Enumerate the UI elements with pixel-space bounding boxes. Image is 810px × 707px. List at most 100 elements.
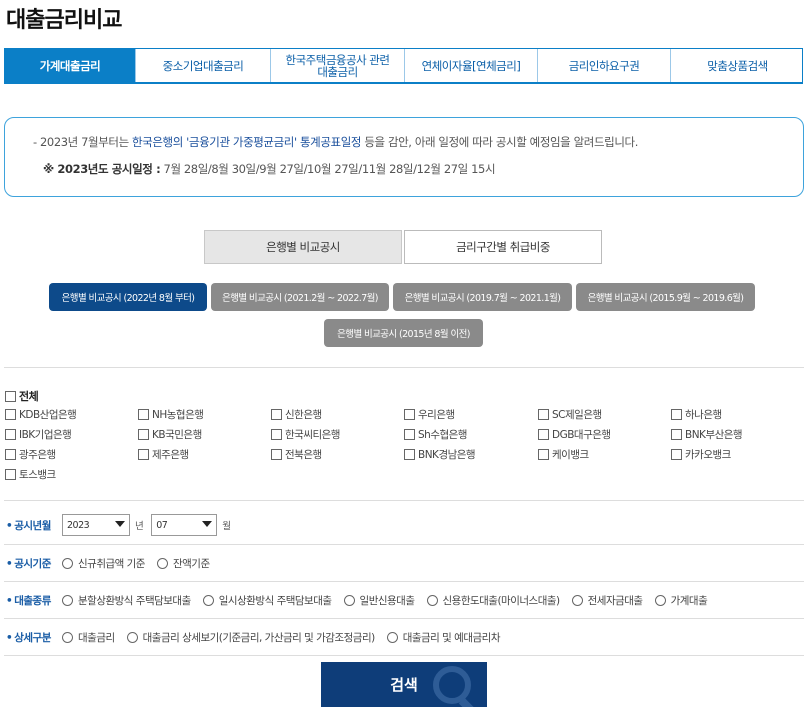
page-title: 대출금리비교 bbox=[6, 8, 122, 33]
radio-icon[interactable] bbox=[62, 631, 73, 643]
radio-label: 전세자금대출 bbox=[587, 594, 643, 607]
checkbox-icon[interactable] bbox=[271, 449, 282, 460]
bank-checkbox[interactable]: 토스뱅크 bbox=[5, 467, 56, 482]
period-button-2022-08[interactable]: 은행별 비교공시 (2022년 8월 부터) bbox=[49, 283, 207, 311]
tab-rate-cut-request[interactable]: 금리인하요구권 bbox=[538, 49, 671, 82]
period-button-2019-07[interactable]: 은행별 비교공시 (2019.7월 ~ 2021.1월) bbox=[393, 283, 572, 311]
bank-checkbox[interactable]: KDB산업은행 bbox=[5, 407, 77, 422]
bank-checkbox[interactable]: NH농협은행 bbox=[138, 407, 204, 422]
bank-checkbox[interactable]: 광주은행 bbox=[5, 447, 56, 462]
filter-date-label: 공시년월 bbox=[4, 518, 62, 533]
checkbox-icon[interactable] bbox=[671, 449, 682, 460]
bank-checkbox[interactable]: IBK기업은행 bbox=[5, 427, 72, 442]
checkbox-icon[interactable] bbox=[538, 449, 549, 460]
checkbox-icon[interactable] bbox=[404, 449, 415, 460]
radio-label: 일시상환방식 주택담보대출 bbox=[218, 594, 332, 607]
month-select[interactable]: 07 bbox=[151, 514, 218, 536]
period-button-2015-08-before[interactable]: 은행별 비교공시 (2015년 8월 이전) bbox=[324, 319, 483, 347]
radio-icon[interactable] bbox=[62, 594, 73, 606]
checkbox-icon[interactable] bbox=[671, 429, 682, 440]
filter-date-row: 공시년월 2023 년 07 월 bbox=[4, 513, 804, 537]
radio-icon[interactable] bbox=[126, 631, 138, 643]
checkbox-icon[interactable] bbox=[138, 409, 149, 420]
tab-sme-loan[interactable]: 중소기업대출금리 bbox=[136, 49, 271, 82]
radio-label: 일반신용대출 bbox=[359, 594, 415, 607]
radio-installment-mortgage[interactable]: 분할상환방식 주택담보대출 bbox=[62, 593, 191, 608]
checkbox-icon[interactable] bbox=[671, 409, 682, 420]
radio-icon[interactable] bbox=[426, 594, 438, 606]
checkbox-icon[interactable] bbox=[538, 429, 549, 440]
radio-household-loan[interactable]: 가계대출 bbox=[654, 593, 708, 608]
bank-compare-toggle[interactable]: 은행별 비교공시 bbox=[204, 230, 402, 264]
bank-label: BNK부산은행 bbox=[685, 429, 743, 441]
filter-detail-row: 상세구분 대출금리 대출금리 상세보기(기준금리, 가산금리 및 가감조정금리)… bbox=[4, 625, 804, 649]
checkbox-icon[interactable] bbox=[271, 429, 282, 440]
radio-general-credit[interactable]: 일반신용대출 bbox=[343, 593, 415, 608]
chevron-down-icon bbox=[202, 521, 213, 527]
bank-checkbox[interactable]: KB국민은행 bbox=[138, 427, 202, 442]
radio-icon[interactable] bbox=[156, 557, 168, 569]
bank-label: KDB산업은행 bbox=[19, 409, 77, 421]
radio-credit-line[interactable]: 신용한도대출(마이너스대출) bbox=[426, 593, 560, 608]
checkbox-icon[interactable] bbox=[5, 469, 16, 480]
checkbox-icon[interactable] bbox=[404, 409, 415, 420]
divider bbox=[4, 618, 804, 619]
rate-range-toggle[interactable]: 금리구간별 취급비중 bbox=[404, 230, 602, 264]
year-select[interactable]: 2023 bbox=[62, 514, 130, 536]
checkbox-icon[interactable] bbox=[5, 449, 16, 460]
bank-checkbox[interactable]: 케이뱅크 bbox=[538, 447, 589, 462]
checkbox-icon[interactable] bbox=[5, 409, 16, 420]
bank-checkbox[interactable]: 한국씨티은행 bbox=[271, 427, 340, 442]
bank-checkbox[interactable]: BNK부산은행 bbox=[671, 427, 743, 442]
tab-overdue-rate[interactable]: 연체이자율[연체금리] bbox=[405, 49, 538, 82]
radio-label: 대출금리 상세보기(기준금리, 가산금리 및 가감조정금리) bbox=[142, 631, 376, 644]
radio-loan-rate-detail[interactable]: 대출금리 상세보기(기준금리, 가산금리 및 가감조정금리) bbox=[126, 630, 376, 645]
month-unit: 월 bbox=[222, 521, 231, 532]
radio-icon[interactable] bbox=[62, 557, 73, 569]
bank-checkbox[interactable]: BNK경남은행 bbox=[404, 447, 476, 462]
radio-jeonse-loan[interactable]: 전세자금대출 bbox=[571, 593, 643, 608]
bank-checkbox-all[interactable]: 전체 bbox=[5, 388, 39, 404]
bank-label: 제주은행 bbox=[152, 449, 189, 461]
tab-hf-loan[interactable]: 한국주택금융공사 관련 대출금리 bbox=[271, 49, 405, 82]
radio-label: 대출금리 및 예대금리차 bbox=[402, 631, 501, 644]
radio-icon[interactable] bbox=[202, 594, 214, 606]
category-tabs: 가계대출금리 중소기업대출금리 한국주택금융공사 관련 대출금리 연체이자율[연… bbox=[4, 48, 803, 84]
checkbox-icon[interactable] bbox=[271, 409, 282, 420]
checkbox-icon[interactable] bbox=[5, 429, 16, 440]
radio-icon[interactable] bbox=[571, 594, 583, 606]
tab-custom-search[interactable]: 맞춤상품검색 bbox=[671, 49, 804, 82]
radio-label: 신규취급액 기준 bbox=[78, 557, 145, 570]
checkbox-icon[interactable] bbox=[404, 429, 415, 440]
bank-checkbox[interactable]: 카카오뱅크 bbox=[671, 447, 731, 462]
radio-loan-deposit-spread[interactable]: 대출금리 및 예대금리차 bbox=[386, 630, 501, 645]
radio-new-basis[interactable]: 신규취급액 기준 bbox=[62, 556, 145, 571]
checkbox-icon[interactable] bbox=[538, 409, 549, 420]
tab-household-loan[interactable]: 가계대출금리 bbox=[5, 49, 136, 82]
radio-icon[interactable] bbox=[386, 631, 398, 643]
bank-checkbox[interactable]: 신한은행 bbox=[271, 407, 322, 422]
period-button-2015-09[interactable]: 은행별 비교공시 (2015.9월 ~ 2019.6월) bbox=[576, 283, 755, 311]
radio-icon[interactable] bbox=[343, 594, 355, 606]
period-button-2021-02[interactable]: 은행별 비교공시 (2021.2월 ~ 2022.7월) bbox=[211, 283, 389, 311]
radio-balance-basis[interactable]: 잔액기준 bbox=[156, 556, 210, 571]
bank-checkbox[interactable]: 우리은행 bbox=[404, 407, 455, 422]
radio-label: 분할상환방식 주택담보대출 bbox=[78, 594, 191, 607]
filter-basis-label: 공시기준 bbox=[4, 556, 62, 571]
checkbox-icon[interactable] bbox=[138, 449, 149, 460]
schedule-value: 7월 28일/8월 30일/9월 27일/10월 27일/11월 28일/12월… bbox=[160, 162, 496, 176]
bank-checkbox[interactable]: 하나은행 bbox=[671, 407, 722, 422]
bank-checkbox[interactable]: Sh수협은행 bbox=[404, 427, 467, 442]
checkbox-icon[interactable] bbox=[5, 390, 16, 402]
bank-checkbox[interactable]: 제주은행 bbox=[138, 447, 189, 462]
bank-checkbox[interactable]: DGB대구은행 bbox=[538, 427, 611, 442]
bank-checkbox[interactable]: SC제일은행 bbox=[538, 407, 602, 422]
checkbox-icon[interactable] bbox=[138, 429, 149, 440]
search-button[interactable]: 검색 bbox=[321, 662, 487, 707]
radio-loan-rate[interactable]: 대출금리 bbox=[62, 630, 115, 645]
radio-label: 가계대출 bbox=[670, 594, 708, 607]
bank-label: IBK기업은행 bbox=[19, 429, 72, 441]
radio-icon[interactable] bbox=[654, 594, 666, 606]
radio-lumpsum-mortgage[interactable]: 일시상환방식 주택담보대출 bbox=[202, 593, 332, 608]
bank-checkbox[interactable]: 전북은행 bbox=[271, 447, 322, 462]
